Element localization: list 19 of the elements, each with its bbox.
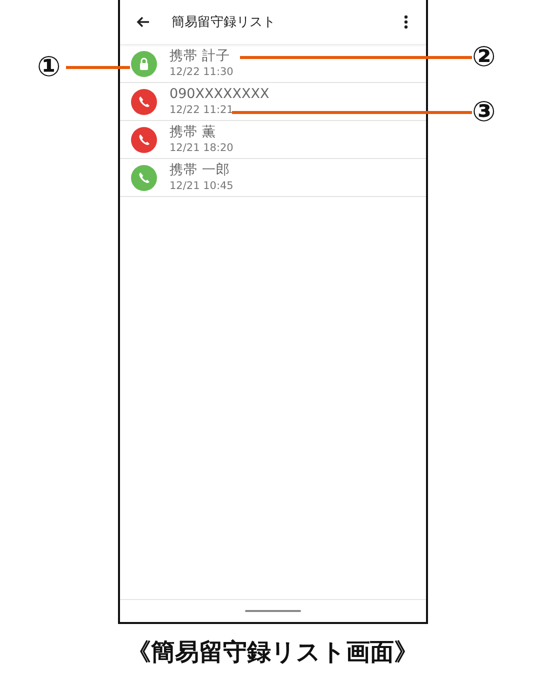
message-time: 12/22 11:21 <box>170 103 234 117</box>
gesture-handle[interactable] <box>244 610 300 612</box>
callout-number: ② <box>472 43 496 71</box>
back-arrow-icon[interactable] <box>136 16 150 28</box>
caller-name: 携帯 一郎 <box>170 162 231 179</box>
callout-number: ③ <box>472 98 496 126</box>
message-time: 12/21 18:20 <box>170 141 234 155</box>
caller-name: 090XXXXXXXX <box>170 86 270 103</box>
message-row[interactable]: 携帯 薫 12/21 18:20 <box>120 121 426 159</box>
screen-title: 簡易留守録リスト <box>172 14 276 31</box>
callout-number: ① <box>37 53 61 81</box>
figure-caption: 《簡易留守録リスト画面》 <box>127 637 418 668</box>
caller-name: 携帯 薫 <box>170 124 217 141</box>
message-time: 12/21 10:45 <box>170 179 234 193</box>
message-row[interactable]: 携帯 一郎 12/21 10:45 <box>120 159 426 197</box>
leader-line <box>66 66 130 69</box>
more-options-icon[interactable] <box>404 15 408 29</box>
message-time: 12/22 11:30 <box>170 65 234 79</box>
caller-name: 携帯 計子 <box>170 48 231 65</box>
